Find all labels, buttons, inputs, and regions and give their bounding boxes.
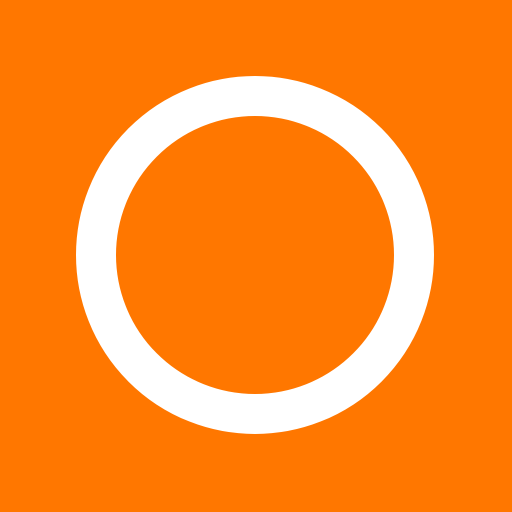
app-icon-canvas <box>0 0 512 512</box>
ring-icon-svg <box>0 0 512 512</box>
